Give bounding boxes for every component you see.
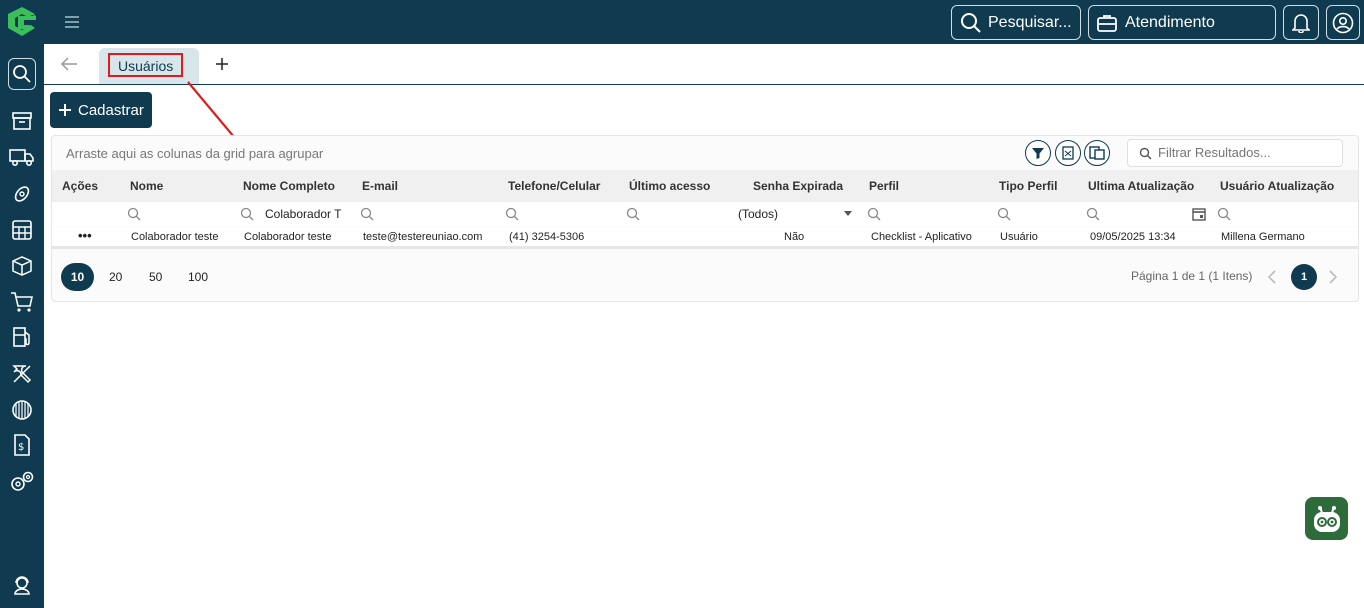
- fuel-pump-icon: [13, 327, 30, 347]
- page-info: Página 1 de 1 (1 Itens): [1131, 269, 1253, 283]
- cell-senha-expirada: Não: [784, 231, 805, 243]
- search-icon: [13, 65, 31, 83]
- cell-nome: Colaborador teste: [131, 231, 219, 243]
- menu-icon[interactable]: [62, 12, 82, 32]
- truck-icon: [9, 149, 34, 167]
- search-icon[interactable]: [997, 207, 1011, 221]
- calculator-icon: [12, 220, 32, 240]
- page-size-50[interactable]: 50: [149, 270, 162, 284]
- sidebar-item-support[interactable]: [8, 571, 36, 599]
- cell-tipo-perfil: Usuário: [1000, 231, 1038, 243]
- cell-perfil: Checklist - Aplicativo: [871, 231, 972, 243]
- search-icon[interactable]: [867, 207, 881, 221]
- search-icon[interactable]: [626, 207, 640, 221]
- global-search-label: Pesquisar...: [988, 13, 1072, 31]
- sidebar-item-settings[interactable]: [8, 468, 36, 496]
- cell-ultima-atualizacao: 09/05/2025 13:34: [1090, 231, 1176, 243]
- register-label: Cadastrar: [78, 101, 144, 119]
- column-header-telefone[interactable]: Telefone/Celular: [508, 179, 600, 193]
- profile-button[interactable]: [1326, 5, 1360, 40]
- column-header-nome-completo[interactable]: Nome Completo: [243, 179, 335, 193]
- column-header-perfil[interactable]: Perfil: [869, 179, 899, 193]
- chevron-right-icon[interactable]: [1328, 270, 1338, 284]
- sidebar-item-purchases[interactable]: [8, 288, 36, 316]
- page-size-20[interactable]: 20: [109, 270, 122, 284]
- page-size-10[interactable]: 10: [61, 263, 94, 291]
- global-search-button[interactable]: Pesquisar...: [951, 5, 1081, 40]
- column-header-ultimo-acesso[interactable]: Último acesso: [629, 179, 710, 193]
- tools-icon: [12, 365, 32, 384]
- spreadsheet-icon: [1062, 146, 1074, 160]
- svg-text:$: $: [18, 442, 24, 453]
- cell-nome-completo: Colaborador teste: [244, 231, 332, 243]
- support-agent-icon: [14, 576, 30, 595]
- gears-icon: [11, 471, 34, 491]
- grid-search-input[interactable]: [1158, 145, 1338, 160]
- column-header-email[interactable]: E-mail: [362, 179, 398, 193]
- sidebar-item-archive[interactable]: [8, 107, 36, 135]
- sidebar-item-tires[interactable]: [8, 180, 36, 208]
- row-actions-menu[interactable]: •••: [78, 228, 92, 243]
- sidebar-search-button[interactable]: [8, 58, 36, 90]
- invoice-icon: $: [14, 434, 30, 456]
- column-header-usuario-atualizacao[interactable]: Usuário Atualização: [1220, 179, 1334, 193]
- cell-telefone: (41) 3254-5306: [509, 231, 585, 243]
- sidebar-item-finance[interactable]: $: [8, 431, 36, 459]
- search-icon[interactable]: [240, 207, 254, 221]
- sidebar-item-fuel[interactable]: [8, 323, 36, 351]
- grid-search-box[interactable]: [1127, 139, 1343, 167]
- column-chooser-button[interactable]: [1084, 140, 1110, 166]
- search-icon[interactable]: [1217, 207, 1231, 221]
- tire-tread-icon: [12, 400, 32, 420]
- filter-input-nome-completo[interactable]: Colaborador T: [265, 207, 345, 221]
- search-icon[interactable]: [127, 207, 141, 221]
- sidebar-item-packages[interactable]: [8, 252, 36, 280]
- chevron-down-icon[interactable]: [844, 211, 852, 217]
- tab-usuarios-label: Usuários: [118, 58, 174, 74]
- funnel-icon: [1032, 148, 1044, 159]
- chevron-left-icon[interactable]: [1267, 270, 1277, 284]
- search-icon: [1139, 147, 1152, 160]
- box-icon: [12, 256, 32, 276]
- filter-select-senha-expirada[interactable]: (Todos): [738, 207, 778, 221]
- search-icon[interactable]: [505, 207, 519, 221]
- page-button-1[interactable]: 1: [1291, 264, 1317, 290]
- columns-icon: [1089, 146, 1105, 160]
- column-header-nome[interactable]: Nome: [130, 179, 163, 193]
- user-circle-icon: [1332, 12, 1354, 33]
- cart-icon: [11, 292, 33, 312]
- notifications-button[interactable]: [1283, 5, 1319, 40]
- column-header-senha-expirada[interactable]: Senha Expirada: [753, 179, 843, 193]
- archive-icon: [12, 112, 32, 130]
- briefcase-icon: [1097, 14, 1117, 32]
- cell-usuario-atualizacao: Millena Germano: [1221, 231, 1305, 243]
- search-icon: [961, 12, 981, 33]
- search-icon[interactable]: [1086, 207, 1100, 221]
- sidebar-item-calculator[interactable]: [8, 216, 36, 244]
- filter-button[interactable]: [1025, 140, 1051, 166]
- column-header-tipo-perfil[interactable]: Tipo Perfil: [999, 179, 1057, 193]
- calendar-icon[interactable]: [1192, 207, 1206, 221]
- search-icon[interactable]: [360, 207, 374, 221]
- page-size-100[interactable]: 100: [188, 270, 208, 284]
- service-label: Atendimento: [1125, 13, 1215, 31]
- assistant-bot-button[interactable]: [1305, 497, 1348, 540]
- tire-icon: [14, 186, 30, 202]
- add-tab-icon[interactable]: [215, 57, 229, 71]
- bell-icon: [1292, 13, 1310, 33]
- sidebar-item-maintenance[interactable]: [8, 360, 36, 388]
- sidebar-item-tracking[interactable]: [8, 396, 36, 424]
- export-excel-button[interactable]: [1055, 140, 1081, 166]
- column-header-ultima-atualizacao[interactable]: Ultima Atualização: [1088, 179, 1194, 193]
- column-header-acoes[interactable]: Ações: [62, 179, 98, 193]
- plus-icon: [59, 104, 71, 116]
- sidebar-item-fleet[interactable]: [8, 143, 36, 171]
- service-button[interactable]: Atendimento: [1088, 5, 1276, 40]
- cell-email: teste@testereuniao.com: [363, 231, 483, 243]
- robot-icon: [1313, 505, 1340, 532]
- app-logo[interactable]: [4, 6, 40, 38]
- back-arrow-icon[interactable]: [60, 56, 78, 72]
- group-panel-hint: Arraste aqui as colunas da grid para agr…: [66, 146, 324, 161]
- register-button[interactable]: Cadastrar: [50, 92, 152, 128]
